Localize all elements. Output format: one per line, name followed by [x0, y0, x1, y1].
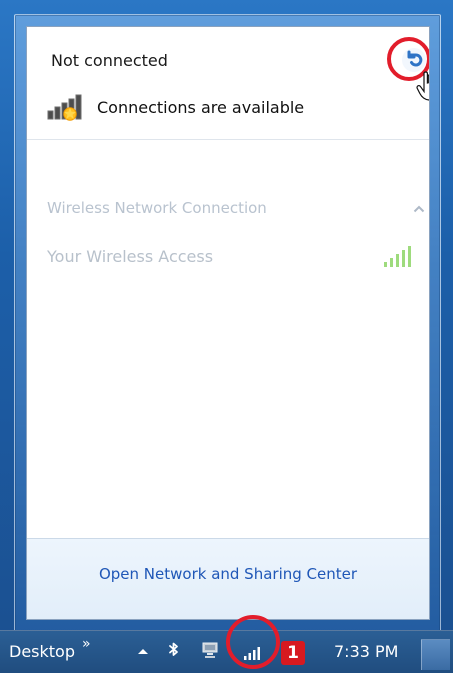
connection-status-subtitle: Connections are available [97, 98, 305, 117]
flyout-footer: Open Network and Sharing Center [27, 538, 429, 619]
open-network-sharing-center-link[interactable]: Open Network and Sharing Center [27, 565, 429, 583]
show-desktop-button[interactable] [421, 639, 450, 670]
show-hidden-icons-icon[interactable] [137, 646, 149, 656]
callout-badge-1: 1 [281, 641, 305, 665]
tray-callout-ring [226, 615, 280, 669]
hand-cursor-icon [416, 71, 429, 101]
desktop-toolbar-label[interactable]: Desktop [9, 642, 75, 661]
available-network-item[interactable]: Your Wireless Access [47, 247, 213, 266]
bluetooth-icon[interactable] [166, 642, 182, 660]
desktop-toolbar-arrow[interactable]: » [82, 636, 91, 652]
network-icon [47, 94, 82, 121]
connection-status-title: Not connected [51, 51, 168, 70]
wireless-signal-icon [384, 246, 411, 267]
network-flyout-frame: Not connected Connections are available [14, 14, 441, 640]
wireless-network-connection-header: Wireless Network Connection [47, 199, 267, 217]
chevron-up-icon[interactable] [413, 204, 425, 214]
network-tray-icon[interactable] [202, 642, 222, 660]
taskbar-clock[interactable]: 7:33 PM [334, 642, 398, 661]
network-flyout: Not connected Connections are available [26, 26, 430, 620]
taskbar: Desktop » 1 7:33 PM [0, 615, 453, 673]
connection-status-header: Not connected Connections are available [27, 27, 429, 140]
desktop-screen: Not connected Connections are available [0, 0, 453, 672]
